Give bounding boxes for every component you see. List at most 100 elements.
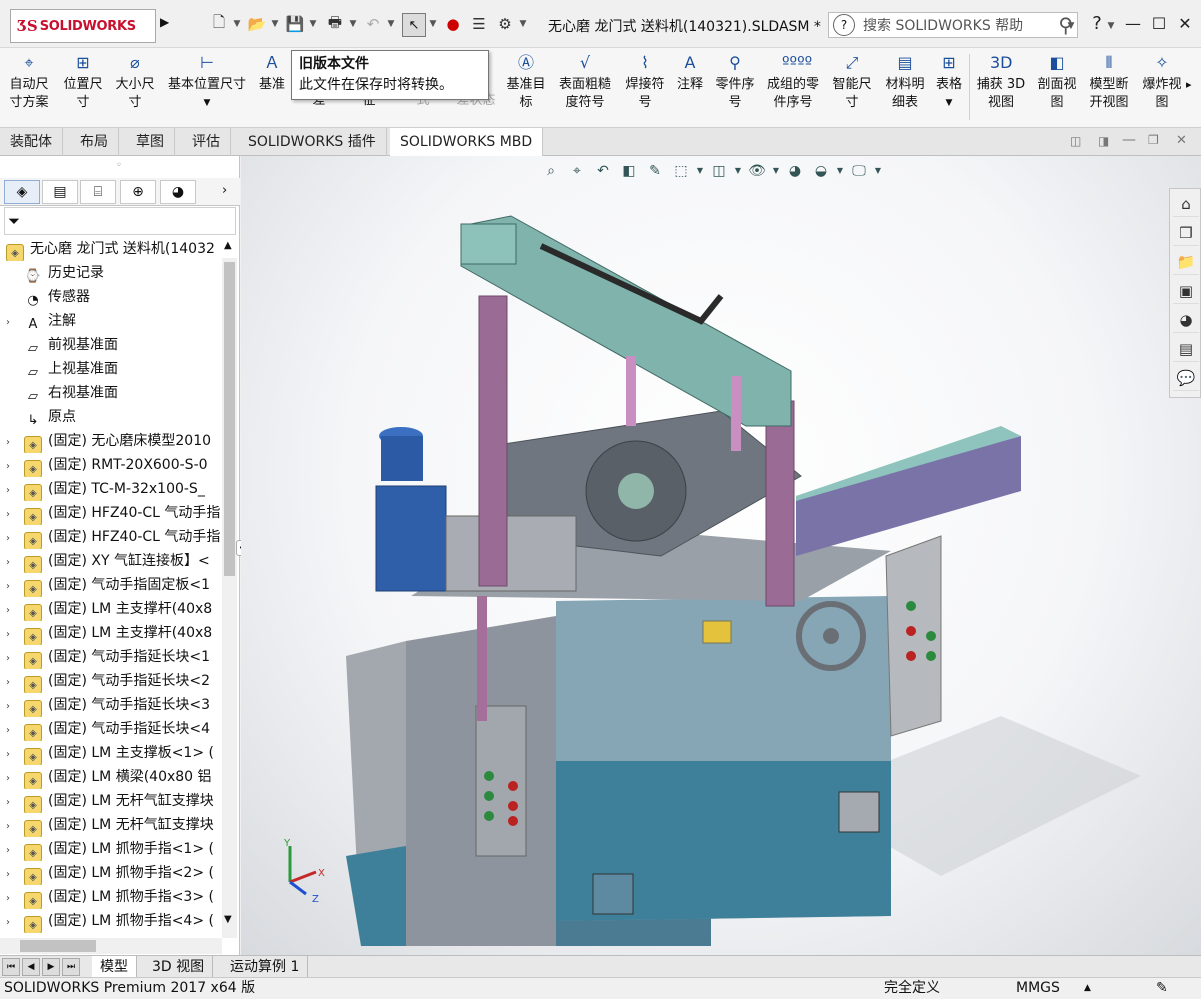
expand-arrow-icon[interactable]: › xyxy=(6,839,16,861)
tree-item[interactable]: › ◈ (固定) 气动手指延长块<4 xyxy=(0,717,220,741)
view-settings-icon[interactable]: 🖵 xyxy=(848,160,870,182)
chevron-down-icon[interactable]: ▼ xyxy=(232,12,242,36)
smart-dimension-button[interactable]: ⤢ 智能尺 寸 xyxy=(826,52,878,112)
expand-arrow-icon[interactable]: › xyxy=(6,479,16,501)
expand-arrow-icon[interactable]: › xyxy=(6,311,16,333)
tree-root[interactable]: ◈ 无心磨 龙门式 送料机(14032 xyxy=(0,237,220,261)
tree-item[interactable]: › ◈ (固定) XY 气缸连接板】< xyxy=(0,549,220,573)
open-file-icon[interactable]: 📂 xyxy=(246,12,268,36)
chevron-down-icon[interactable]: ▼ xyxy=(518,12,528,36)
solidworks-resources-icon[interactable]: ⌂ xyxy=(1173,191,1199,217)
tree-hscroll-thumb[interactable] xyxy=(20,940,96,952)
chevron-down-icon[interactable]: ▼ xyxy=(696,160,704,182)
apply-scene-icon[interactable]: ◒ xyxy=(810,160,832,182)
tree-item[interactable]: › ◈ (固定) HFZ40-CL 气动手指 xyxy=(0,501,220,525)
chevron-down-icon[interactable]: ▼ xyxy=(1066,14,1076,38)
undo-icon[interactable]: ↶ xyxy=(362,12,384,36)
display-style-icon[interactable]: ◫ xyxy=(708,160,730,182)
expand-arrow-icon[interactable]: › xyxy=(6,575,16,597)
print-icon[interactable]: 🖶 xyxy=(324,12,346,36)
tab-addins[interactable]: SOLIDWORKS 插件 xyxy=(238,128,387,156)
tree-item[interactable]: › ◈ (固定) LM 抓物手指<1> ( xyxy=(0,837,220,861)
chevron-down-icon[interactable]: ▼ xyxy=(836,160,844,182)
quick-tips-icon[interactable]: ✎ xyxy=(1156,978,1168,999)
tree-item[interactable]: › ◈ (固定) RMT-20X600-S-0 xyxy=(0,453,220,477)
chevron-down-icon[interactable]: ▼ xyxy=(428,12,438,36)
tile-left-icon[interactable]: ◫ xyxy=(1070,134,1081,148)
tree-item[interactable]: › ◈ (固定) TC-M-32x100-S_ xyxy=(0,477,220,501)
location-dimension-button[interactable]: ⊞ 位置尺 寸 xyxy=(58,52,108,112)
chevron-down-icon[interactable]: ▼ xyxy=(946,94,953,112)
doc-close-icon[interactable]: ✕ xyxy=(1176,133,1187,148)
tree-item[interactable]: ◔ 传感器 xyxy=(0,285,220,309)
tab-3d-views[interactable]: 3D 视图 xyxy=(144,956,214,978)
rebuild-traffic-light-icon[interactable]: ● xyxy=(442,12,464,36)
expand-arrow-icon[interactable]: › xyxy=(6,527,16,549)
note-button[interactable]: A 注释 xyxy=(672,52,708,94)
appearances-icon[interactable]: ◕ xyxy=(1173,307,1199,333)
tree-item[interactable]: › ◈ (固定) LM 抓物手指<3> ( xyxy=(0,885,220,909)
chevron-down-icon[interactable]: ▼ xyxy=(734,160,742,182)
tree-item[interactable]: ▱ 前视基准面 xyxy=(0,333,220,357)
tree-item[interactable]: › ◈ (固定) LM 主支撑杆(40x8 xyxy=(0,621,220,645)
solidworks-logo[interactable]: ƷS SOLIDWORKS xyxy=(10,9,156,43)
expand-arrow-icon[interactable]: › xyxy=(6,431,16,453)
view-palette-icon[interactable]: ▣ xyxy=(1173,278,1199,304)
tree-item[interactable]: › ◈ (固定) HFZ40-CL 气动手指 xyxy=(0,525,220,549)
expand-arrow-icon[interactable]: › xyxy=(6,863,16,885)
chevron-down-icon[interactable]: ▼ xyxy=(1106,14,1116,38)
menu-expand-icon[interactable]: ▶ xyxy=(160,15,172,33)
select-cursor-icon[interactable]: ↖ xyxy=(402,13,426,37)
model-break-view-button[interactable]: ⫴ 模型断 开视图 xyxy=(1084,52,1134,112)
doc-restore-icon[interactable]: ❐ xyxy=(1148,133,1159,147)
expand-arrow-icon[interactable]: › xyxy=(6,695,16,717)
first-tab-icon[interactable]: ⏮ xyxy=(2,958,20,976)
expand-arrow-icon[interactable]: › xyxy=(6,743,16,765)
expand-arrow-icon[interactable]: › xyxy=(6,887,16,909)
tab-model[interactable]: 模型 xyxy=(92,956,137,978)
size-dimension-button[interactable]: ⌀ 大小尺 寸 xyxy=(110,52,160,112)
expand-arrow-icon[interactable]: › xyxy=(6,719,16,741)
save-icon[interactable]: 💾 xyxy=(284,12,306,36)
file-explorer-icon[interactable]: 📁 xyxy=(1173,249,1199,275)
chevron-down-icon[interactable]: ▼ xyxy=(772,160,780,182)
expand-arrow-icon[interactable]: › xyxy=(6,671,16,693)
tree-item[interactable]: › ◈ (固定) LM 无杆气缸支撑块 xyxy=(0,789,220,813)
configuration-manager-tab-icon[interactable]: ⌸ xyxy=(80,180,116,204)
tree-item[interactable]: › ◈ (固定) LM 抓物手指<4> ( xyxy=(0,909,220,933)
property-manager-tab-icon[interactable]: ▤ xyxy=(42,180,78,204)
table-button[interactable]: ⊞ 表格 ▼ xyxy=(932,52,966,112)
chevron-down-icon[interactable]: ▼ xyxy=(204,94,211,112)
tree-item[interactable]: › ◈ (固定) 无心磨床模型2010 xyxy=(0,429,220,453)
panel-more-icon[interactable]: › xyxy=(222,183,227,198)
tree-item[interactable]: › ◈ (固定) LM 主支撑杆(40x8 xyxy=(0,597,220,621)
expand-arrow-icon[interactable]: › xyxy=(6,455,16,477)
tile-right-icon[interactable]: ◨ xyxy=(1098,134,1109,148)
expand-arrow-icon[interactable]: › xyxy=(6,623,16,645)
tree-item[interactable]: › ◈ (固定) 气动手指固定板<1 xyxy=(0,573,220,597)
previous-view-icon[interactable]: ↶ xyxy=(592,160,614,182)
balloon-button[interactable]: ⚲ 零件序 号 xyxy=(710,52,760,112)
expand-arrow-icon[interactable]: › xyxy=(6,815,16,837)
hide-show-items-icon[interactable]: 👁 xyxy=(746,160,768,182)
basic-location-dimension-button[interactable]: ⊢ 基本位置尺寸 ▼ xyxy=(162,52,252,112)
tab-sketch[interactable]: 草图 xyxy=(126,128,175,156)
tab-motion-study[interactable]: 运动算例 1 xyxy=(222,956,309,978)
assembly-3d-model[interactable] xyxy=(241,156,1201,955)
auto-dimension-button[interactable]: ⌖ 自动尺 寸方案 xyxy=(4,52,54,112)
tree-item[interactable]: › ◈ (固定) LM 无杆气缸支撑块 xyxy=(0,813,220,837)
section-view-button[interactable]: ◧ 剖面视 图 xyxy=(1032,52,1082,112)
ribbon-scroll-icon[interactable]: ▸ xyxy=(1186,78,1192,91)
tree-item[interactable]: › ◈ (固定) 气动手指延长块<3 xyxy=(0,693,220,717)
tree-item[interactable]: › A 注解 xyxy=(0,309,220,333)
tree-item[interactable]: › ◈ (固定) 气动手指延长块<2 xyxy=(0,669,220,693)
unit-system[interactable]: MMGS xyxy=(1016,978,1060,999)
edit-appearance-icon[interactable]: ◕ xyxy=(784,160,806,182)
zoom-to-fit-icon[interactable]: ⌕ xyxy=(540,160,562,182)
expand-arrow-icon[interactable]: › xyxy=(6,767,16,789)
bom-button[interactable]: ▤ 材料明 细表 xyxy=(880,52,930,112)
tree-item[interactable]: › ◈ (固定) LM 主支撑板<1> ( xyxy=(0,741,220,765)
chevron-down-icon[interactable]: ▼ xyxy=(348,12,358,36)
panel-grip-icon[interactable]: ◦ xyxy=(116,160,122,171)
datum-target-button[interactable]: Ⓐ 基准目 标 xyxy=(502,52,550,112)
